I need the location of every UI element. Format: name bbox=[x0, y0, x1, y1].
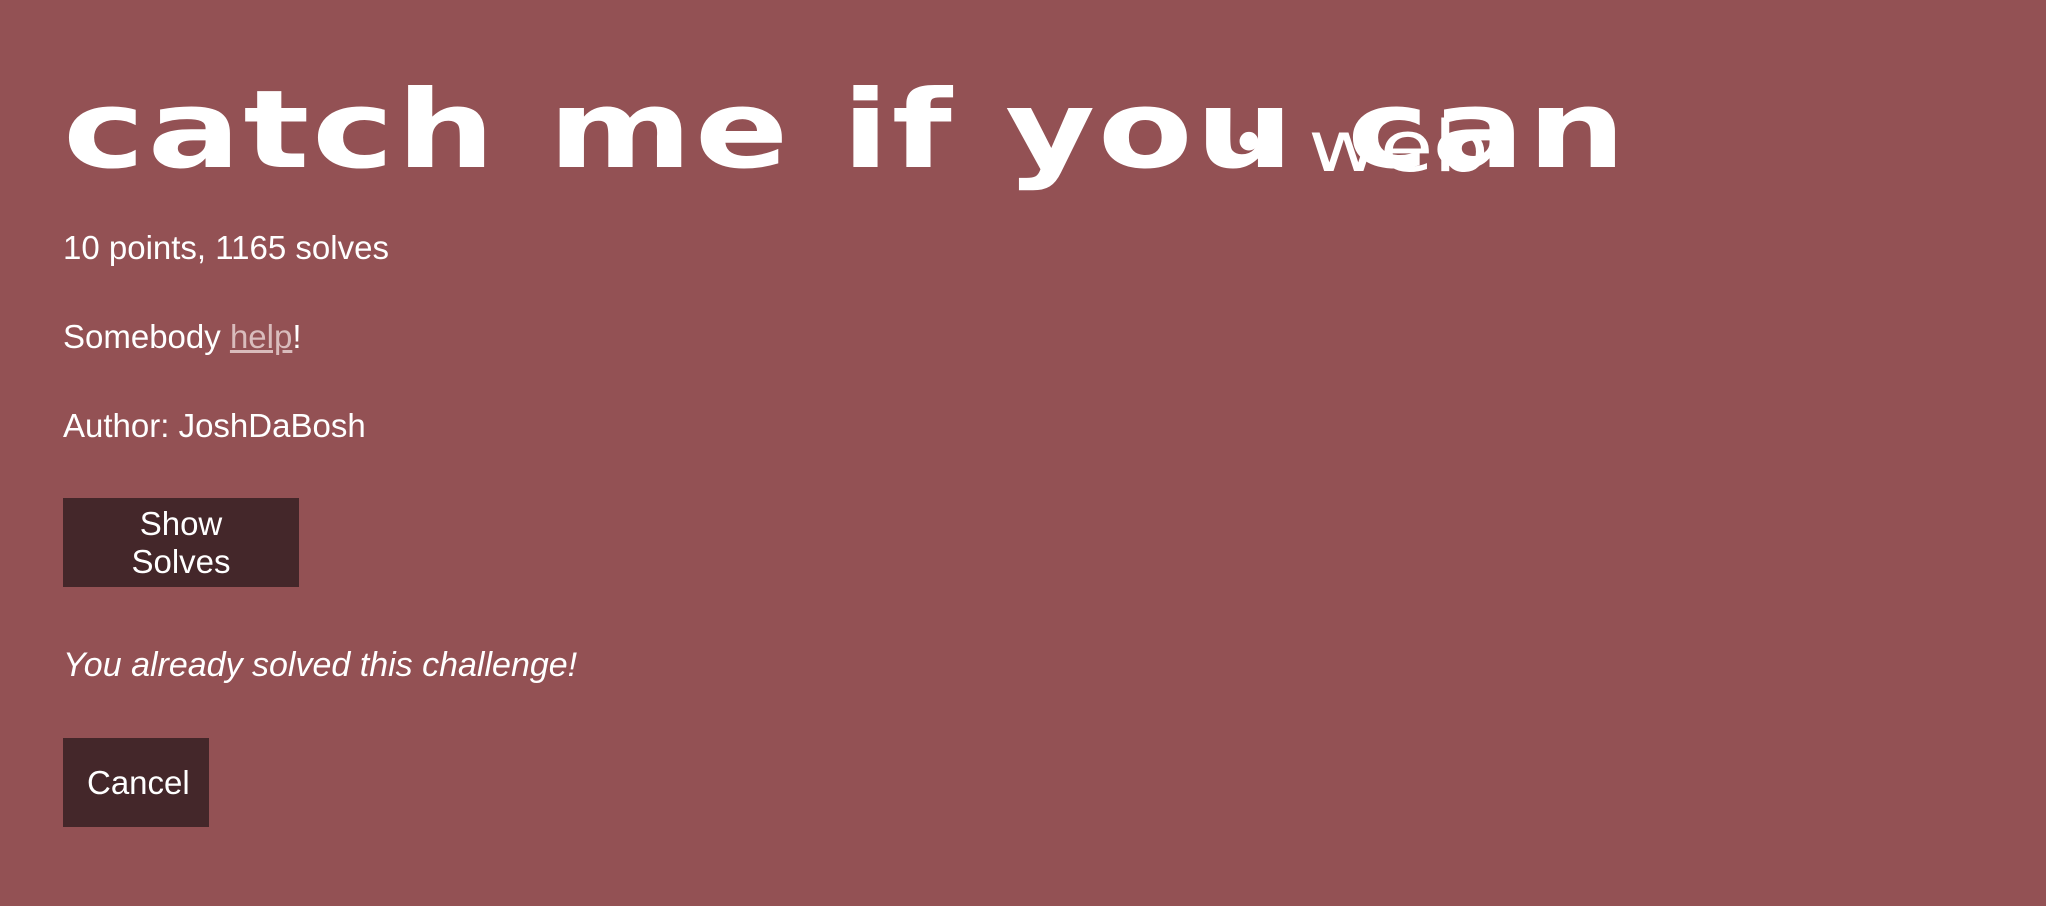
description-suffix: ! bbox=[292, 318, 302, 355]
title-row: catch me if you can bbox=[63, 77, 2046, 197]
description-prefix: Somebody bbox=[63, 318, 230, 355]
cancel-button[interactable]: Cancel bbox=[63, 738, 209, 827]
challenge-modal: catch me if you can • web 10 points, 116… bbox=[0, 0, 2046, 827]
challenge-author: Author: JoshDaBosh bbox=[63, 407, 366, 444]
challenge-category: web bbox=[1308, 106, 1489, 188]
points-solves-text: 10 points, 1165 solves bbox=[63, 229, 389, 266]
title-separator: • bbox=[1230, 107, 1268, 181]
show-solves-button[interactable]: Show Solves bbox=[63, 498, 299, 587]
solved-status-message: You already solved this challenge! bbox=[63, 646, 578, 684]
help-link[interactable]: help bbox=[230, 318, 292, 355]
challenge-description: Somebody help! bbox=[63, 318, 302, 356]
